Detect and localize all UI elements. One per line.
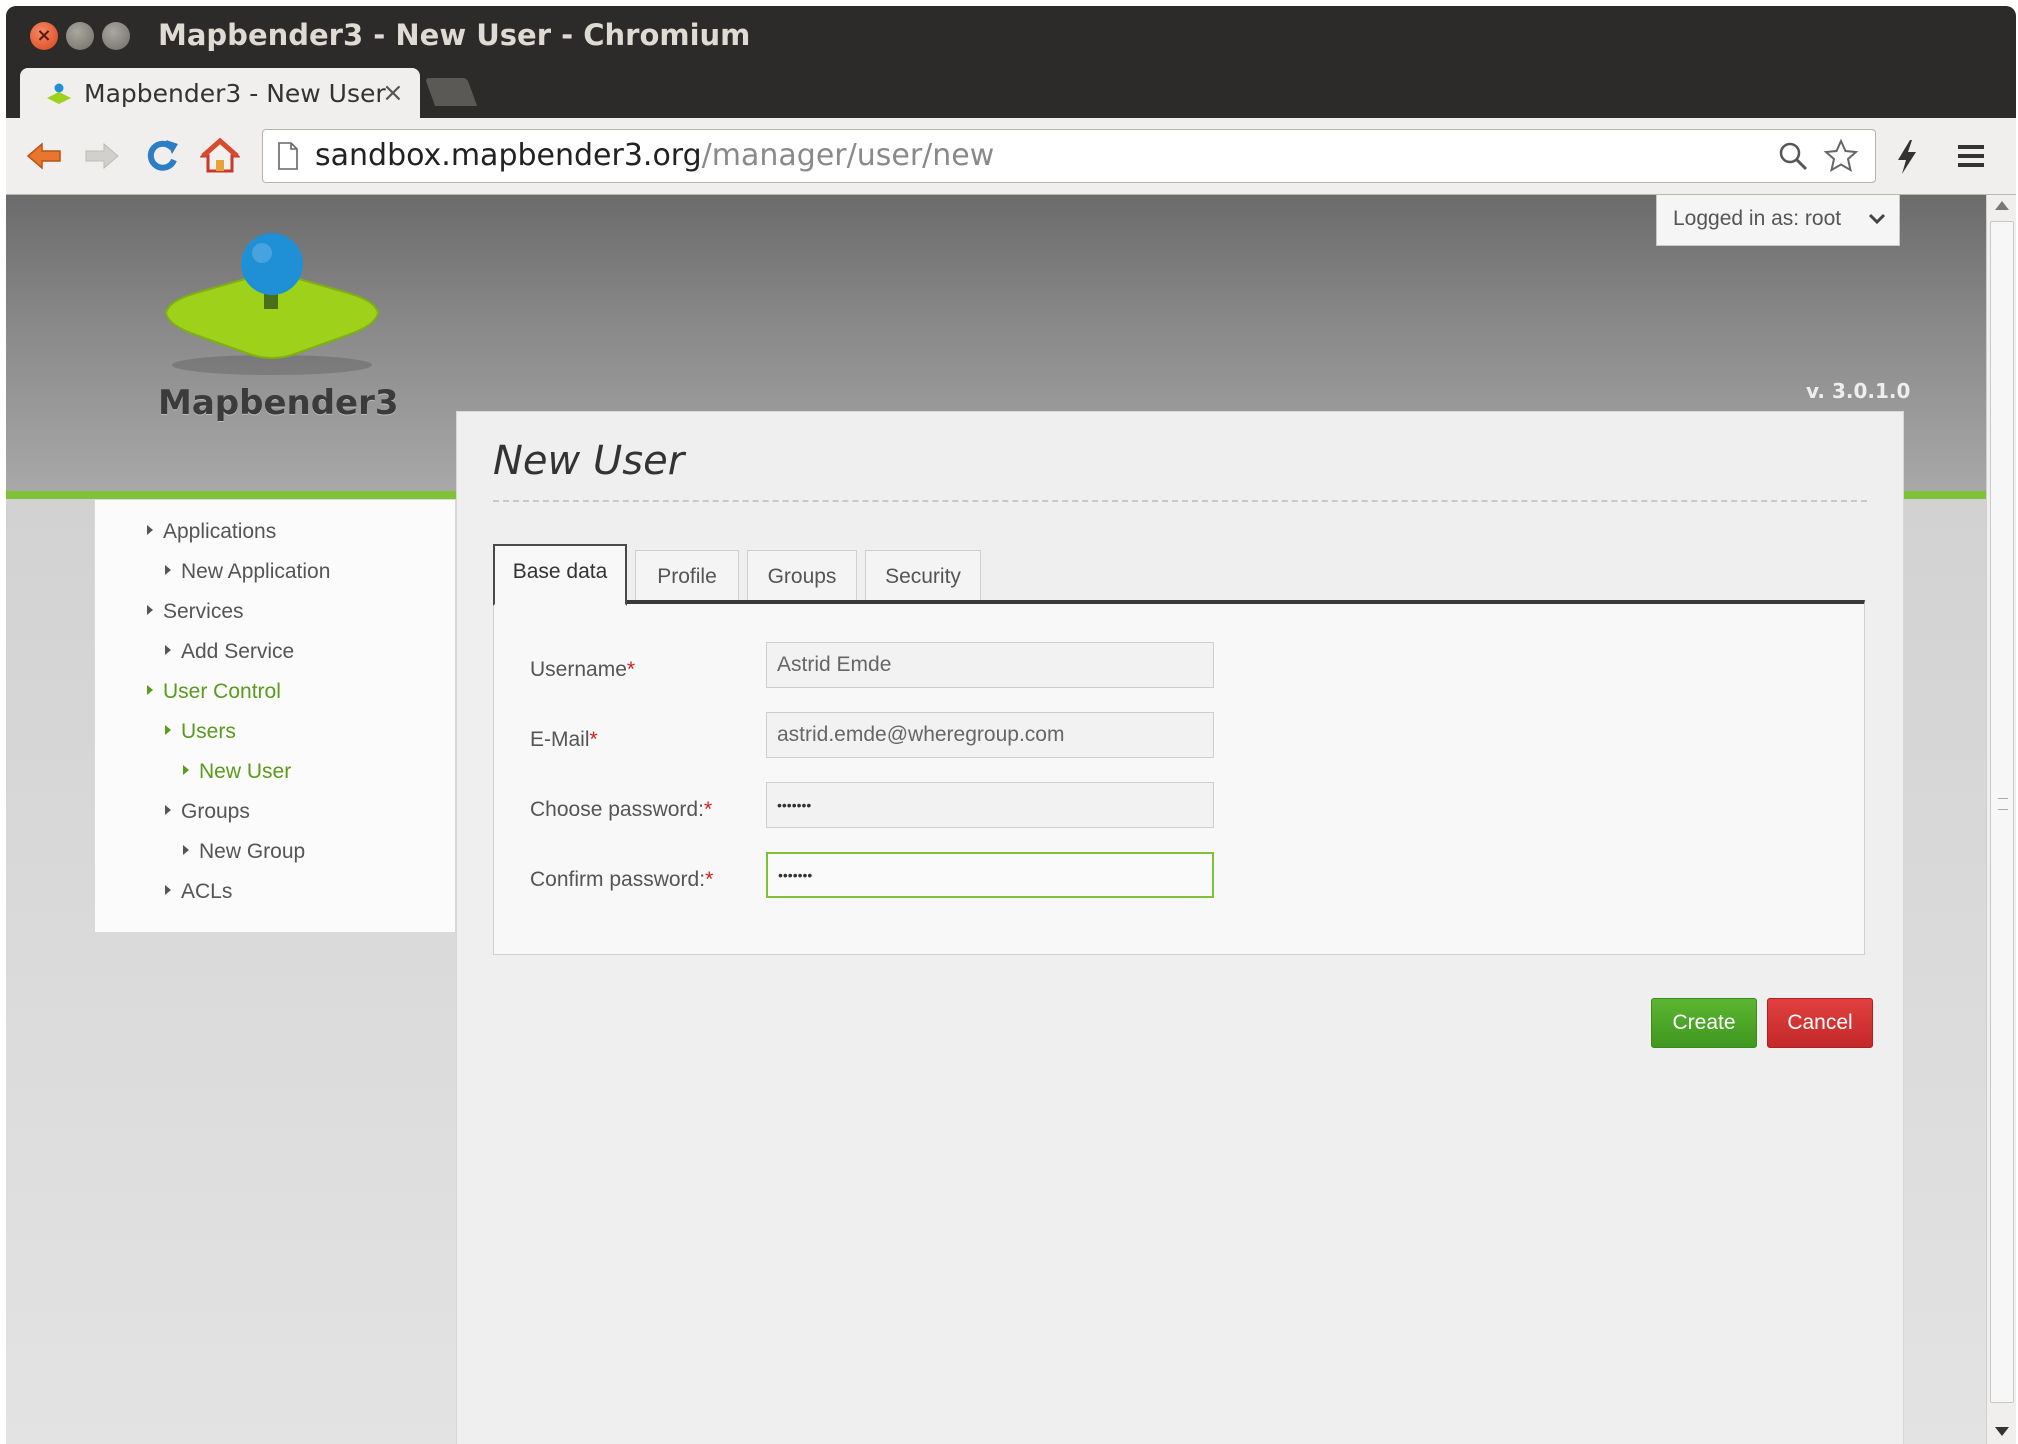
search-icon[interactable] — [1777, 140, 1809, 172]
caret-right-icon — [183, 765, 189, 776]
email-field[interactable] — [766, 712, 1214, 758]
email-label: E-Mail* — [530, 728, 598, 752]
bookmark-star-icon[interactable] — [1823, 138, 1859, 174]
page-title: New User — [493, 438, 685, 484]
logo-text: Mapbender3 — [158, 383, 399, 423]
sidebar-item-label: Applications — [163, 520, 277, 543]
browser-tab-active[interactable]: Mapbender3 - New User × — [20, 68, 420, 120]
required-marker: * — [703, 798, 713, 821]
sidebar-item-new-user[interactable]: New User — [183, 760, 291, 784]
page-viewport: Mapbender3 Logged in as: root v. 3.0.1.0… — [6, 195, 1986, 1444]
sidebar-nav: Applications New Application Services Ad… — [94, 499, 456, 933]
sidebar-item-new-group[interactable]: New Group — [183, 840, 305, 864]
caret-right-icon — [147, 525, 153, 536]
scroll-up-arrow-icon[interactable] — [1995, 201, 2009, 210]
scroll-down-arrow-icon[interactable] — [1995, 1427, 2009, 1436]
caret-right-icon — [165, 885, 171, 896]
base-data-form: Username* E-Mail* Choose password:* Conf… — [493, 600, 1865, 955]
mapbender-logo-icon[interactable] — [156, 231, 388, 381]
tab-groups[interactable]: Groups — [747, 550, 857, 603]
sidebar-item-label: Users — [181, 720, 236, 743]
user-menu-label: Logged in as: root — [1673, 207, 1842, 230]
back-arrow-icon[interactable] — [24, 136, 64, 176]
required-marker: * — [589, 728, 598, 751]
version-label: v. 3.0.1.0 — [1806, 379, 1911, 403]
sidebar-item-label: User Control — [163, 680, 281, 703]
user-menu-dropdown[interactable]: Logged in as: root — [1656, 195, 1900, 246]
window-minimize-button[interactable] — [66, 22, 94, 50]
sidebar-item-label: New Group — [199, 840, 306, 863]
sidebar-item-label: Add Service — [181, 640, 295, 663]
sidebar-item-label: ACLs — [181, 880, 233, 903]
password-label-text: Choose password: — [530, 798, 704, 821]
reload-icon[interactable] — [142, 136, 182, 176]
tab-base-data[interactable]: Base data — [493, 544, 627, 606]
username-label-text: Username — [530, 658, 627, 681]
create-button[interactable]: Create — [1651, 998, 1757, 1048]
chevron-down-icon — [1868, 213, 1886, 225]
sidebar-item-add-service[interactable]: Add Service — [165, 640, 294, 664]
required-marker: * — [705, 868, 714, 891]
caret-right-icon — [165, 725, 171, 736]
sidebar-item-user-control[interactable]: User Control — [147, 680, 281, 704]
extension-lightning-icon[interactable] — [1890, 138, 1924, 176]
required-marker: * — [626, 658, 636, 681]
sidebar-item-users[interactable]: Users — [165, 720, 236, 744]
scrollbar-thumb[interactable] — [1990, 221, 2014, 1403]
username-label: Username* — [530, 658, 635, 682]
confirm-password-label: Confirm password:* — [530, 868, 713, 892]
new-tab-button[interactable] — [424, 78, 478, 106]
address-bar[interactable]: sandbox.mapbender3.org/manager/user/new — [262, 129, 1876, 183]
caret-right-icon — [147, 685, 153, 696]
caret-right-icon — [165, 805, 171, 816]
email-label-text: E-Mail — [530, 728, 590, 751]
confirm-password-label-text: Confirm password: — [530, 868, 706, 891]
confirm-password-field[interactable] — [766, 852, 1214, 898]
browser-tab-title: Mapbender3 - New User — [84, 79, 386, 108]
caret-right-icon — [165, 565, 171, 576]
page-icon — [278, 142, 298, 170]
window-close-button[interactable]: × — [30, 22, 58, 50]
sidebar-item-services[interactable]: Services — [147, 600, 244, 624]
forward-arrow-icon[interactable] — [82, 136, 122, 176]
browser-toolbar: sandbox.mapbender3.org/manager/user/new — [6, 118, 2016, 195]
title-bar: × Mapbender3 - New User - Chromium — [6, 6, 2016, 62]
sidebar-item-acls[interactable]: ACLs — [165, 880, 232, 904]
window-title: Mapbender3 - New User - Chromium — [158, 18, 751, 52]
sidebar-item-label: Groups — [181, 800, 250, 823]
password-field[interactable] — [766, 782, 1214, 828]
mapbender-favicon-icon — [47, 83, 71, 104]
caret-right-icon — [165, 645, 171, 656]
sidebar-item-applications[interactable]: Applications — [147, 520, 276, 544]
cancel-button[interactable]: Cancel — [1767, 998, 1873, 1048]
vertical-scrollbar[interactable] — [1986, 195, 2016, 1444]
caret-right-icon — [183, 845, 189, 856]
scrollbar-grip-icon — [1998, 798, 2008, 810]
password-label: Choose password:* — [530, 798, 712, 822]
window-maximize-button[interactable] — [102, 22, 130, 50]
url-text: sandbox.mapbender3.org/manager/user/new — [315, 138, 994, 173]
url-host: sandbox.mapbender3.org — [315, 138, 702, 173]
username-field[interactable] — [766, 642, 1214, 688]
sidebar-item-label: Services — [163, 600, 244, 623]
url-path: /manager/user/new — [701, 138, 995, 173]
title-divider — [493, 500, 1867, 502]
browser-window: × Mapbender3 - New User - Chromium Mapbe… — [6, 6, 2016, 1444]
sidebar-item-label: New Application — [181, 560, 331, 583]
sidebar-item-new-application[interactable]: New Application — [165, 560, 330, 584]
tab-profile[interactable]: Profile — [635, 550, 739, 603]
home-icon[interactable] — [200, 136, 240, 176]
tab-security[interactable]: Security — [865, 550, 981, 603]
hamburger-menu-icon[interactable] — [1956, 142, 1986, 170]
sidebar-item-label: New User — [199, 760, 292, 783]
tab-close-icon[interactable]: × — [382, 78, 404, 108]
sidebar-item-groups[interactable]: Groups — [165, 800, 250, 824]
main-content: New User Base data Profile Groups Securi… — [456, 411, 1904, 1444]
caret-right-icon — [147, 605, 153, 616]
